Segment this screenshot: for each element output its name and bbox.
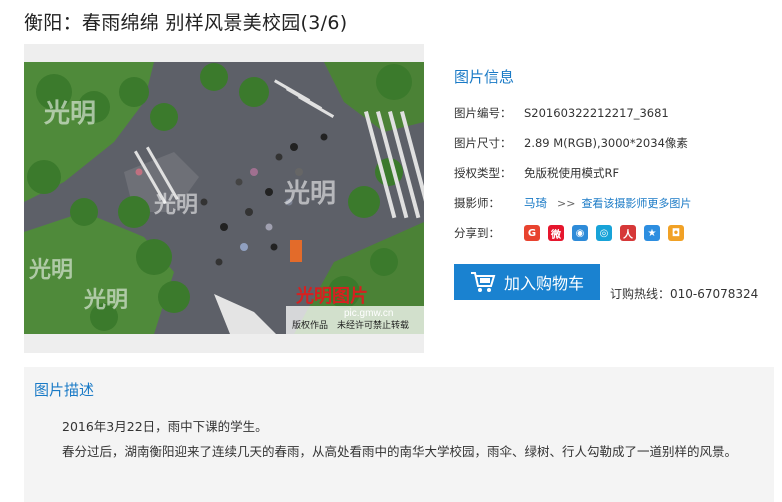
photographer-row: 摄影师： 马琦 >> 查看该摄影师更多图片 [454,192,774,214]
photo-frame: 光明 光明 光明 光明 光明 光明图片 pic.gmw.cn 版权作品 未经许可… [24,44,424,353]
image-id-row: 图片编号： S20160322212217_3681 [454,102,774,124]
photographer-name[interactable]: 马琦 [524,195,547,211]
renren-share-icon[interactable]: 人 [620,225,636,241]
watermark-url: pic.gmw.cn [344,308,393,319]
add-to-cart-label: 加入购物车 [503,274,584,293]
image-size-label: 图片尺寸： [454,136,512,150]
main-photo[interactable]: 光明 光明 光明 光明 光明 光明图片 pic.gmw.cn 版权作品 未经许可… [24,62,424,334]
more-arrows: >> [557,196,576,210]
svg-text:光明: 光明 [43,99,96,128]
share-label: 分享到： [454,226,500,240]
share-icons: G 微 ◉ ◎ 人 ★ ◘ [524,225,684,241]
license-row: 授权类型： 免版税使用模式RF [454,162,774,184]
weibo-share-icon[interactable]: 微 [548,225,564,241]
image-size-row: 图片尺寸： 2.89 M(RGB),3000*2034像素 [454,132,774,154]
svg-text:光明: 光明 [28,257,73,282]
copyright-notice: 版权作品 未经许可禁止转载 [292,319,409,331]
svg-text:光明: 光明 [83,287,128,312]
order-hotline: 订购热线：010-67078324 [610,287,759,301]
google-share-icon[interactable]: G [524,225,540,241]
share-row: 分享到： G 微 ◉ ◎ 人 ★ ◘ [454,222,774,244]
license-label: 授权类型： [454,166,512,180]
info-section-title: 图片信息 [454,68,515,86]
image-size-value: 2.89 M(RGB),3000*2034像素 [524,136,688,150]
bookmark-share-icon[interactable]: ◘ [668,225,684,241]
license-value: 免版税使用模式RF [524,166,620,180]
svg-text:光明: 光明 [153,192,198,217]
photographer-label: 摄影师： [454,196,500,210]
svg-text:光明: 光明 [283,179,336,208]
more-photos-link[interactable]: 查看该摄影师更多图片 [581,195,691,211]
star-share-icon[interactable]: ★ [644,225,660,241]
description-paragraph: 春分过后，湖南衡阳迎来了连续几天的春雨，从高处看雨中的南华大学校园，雨伞、绿树、… [62,444,738,459]
shopping-cart-icon [470,272,496,292]
watermark-brand: 光明图片 [295,285,368,306]
image-id-value: S20160322212217_3681 [524,106,669,120]
description-title: 图片描述 [34,381,95,399]
image-info-panel: 图片信息 图片编号： S20160322212217_3681 图片尺寸： 2.… [454,66,774,252]
page-title: 衡阳：春雨绵绵 别样风景美校园(3/6) [24,12,348,34]
description-paragraph: 2016年3月22日，雨中下课的学生。 [62,419,268,434]
qzone-share-icon[interactable]: ◎ [596,225,612,241]
add-to-cart-button[interactable]: 加入购物车 [454,264,600,300]
image-description-panel: 图片描述 2016年3月22日，雨中下课的学生。 春分过后，湖南衡阳迎来了连续几… [24,367,774,502]
image-id-label: 图片编号： [454,106,512,120]
campus-aerial-photo: 光明 光明 光明 光明 光明 光明图片 pic.gmw.cn 版权作品 未经许可… [24,62,424,334]
tencent-weibo-share-icon[interactable]: ◉ [572,225,588,241]
